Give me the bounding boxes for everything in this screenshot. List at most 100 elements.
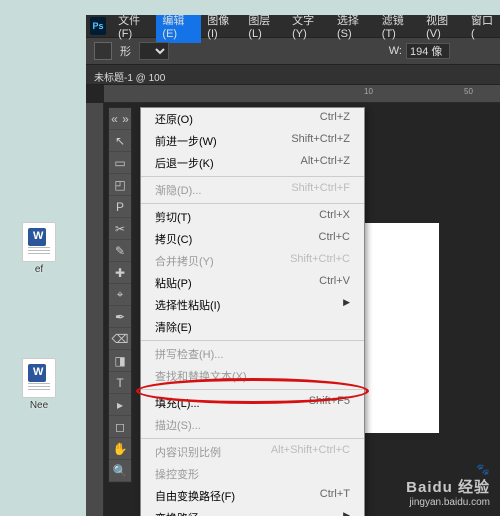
menu-type[interactable]: 文字(Y) <box>286 15 331 43</box>
menu-item[interactable]: 剪切(T) Ctrl+X <box>141 206 364 228</box>
menu-item-shortcut: Ctrl+T <box>320 488 350 504</box>
watermark: 🐾 Baidu 经验 jingyan.baidu.com <box>406 463 490 508</box>
eyedropper-tool[interactable]: ✎ <box>109 240 131 262</box>
word-doc-icon <box>22 358 56 398</box>
healing-tool[interactable]: ✚ <box>109 262 131 284</box>
submenu-arrow-icon: ▶ <box>343 510 350 516</box>
menu-separator <box>141 203 364 204</box>
ps-logo-icon: Ps <box>90 17 106 35</box>
menu-separator <box>141 438 364 439</box>
desktop-icon-label: ef <box>18 264 60 275</box>
menu-item: 查找和替换文本(X)... <box>141 365 364 387</box>
menu-item[interactable]: 拷贝(C) Ctrl+C <box>141 228 364 250</box>
lasso-tool[interactable]: ◰ <box>109 174 131 196</box>
menu-view[interactable]: 视图(V) <box>420 15 465 43</box>
menu-item-shortcut: Shift+Ctrl+F <box>291 182 350 198</box>
toolbox: «» ↖ ▭ ◰ P ✂ ✎ ✚ ⌖ ✒ ⌫ ◨ T ▸ ◻ ✋ 🔍 <box>108 107 132 483</box>
wand-tool[interactable]: P <box>109 196 131 218</box>
menu-item-label: 前进一步(W) <box>155 133 217 149</box>
menu-window[interactable]: 窗口( <box>465 15 500 43</box>
ruler-mark: 10 <box>364 87 373 96</box>
ruler-vertical <box>86 103 104 516</box>
document-tab[interactable]: 未标题-1 @ 100 <box>86 65 500 85</box>
menu-layer[interactable]: 图层(L) <box>242 15 286 43</box>
tool-preset-icon[interactable] <box>94 42 112 60</box>
stamp-tool[interactable]: ✒ <box>109 306 131 328</box>
menubar: Ps 文件(F) 编辑(E) 图像(I) 图层(L) 文字(Y) 选择(S) 滤… <box>86 15 500 37</box>
menu-image[interactable]: 图像(I) <box>201 15 242 43</box>
brush-tool[interactable]: ⌖ <box>109 284 131 306</box>
menu-item-label: 清除(E) <box>155 319 192 335</box>
menu-separator <box>141 340 364 341</box>
paw-icon: 🐾 <box>406 463 490 476</box>
menu-item-label: 后退一步(K) <box>155 155 214 171</box>
menu-item[interactable]: 变换路径 ▶ <box>141 507 364 516</box>
shape-mode-select[interactable] <box>139 42 169 60</box>
menu-separator <box>141 176 364 177</box>
menu-item-shortcut: Shift+Ctrl+Z <box>291 133 350 149</box>
menu-item[interactable]: 选择性粘贴(I)▶ <box>141 294 364 316</box>
shape-tool[interactable]: ◻ <box>109 416 131 438</box>
menu-item[interactable]: 清除(E) <box>141 316 364 338</box>
desktop-doc-icon-1[interactable]: ef <box>18 222 60 275</box>
menu-item-label: 变换路径 <box>155 510 199 516</box>
menu-item: 合并拷贝(Y) Shift+Ctrl+C <box>141 250 364 272</box>
ruler-horizontal: 10 50 <box>104 85 500 103</box>
zoom-tool[interactable]: 🔍 <box>109 460 131 482</box>
submenu-arrow-icon: ▶ <box>343 297 350 313</box>
crop-tool[interactable]: ✂ <box>109 218 131 240</box>
menu-item-shortcut: Alt+Shift+Ctrl+C <box>271 444 350 460</box>
expand-icon[interactable]: » <box>120 108 131 130</box>
menu-separator <box>141 389 364 390</box>
menu-item[interactable]: 自由变换路径(F)Ctrl+T <box>141 485 364 507</box>
menu-item-label: 粘贴(P) <box>155 275 192 291</box>
ruler-mark: 50 <box>464 87 473 96</box>
menu-file[interactable]: 文件(F) <box>112 15 156 43</box>
pen-tool[interactable]: ▸ <box>109 394 131 416</box>
menu-item-shortcut: Shift+F5 <box>309 395 350 411</box>
menu-item-label: 描边(S)... <box>155 417 201 433</box>
desktop-doc-icon-2[interactable]: Nee <box>18 358 60 411</box>
menu-item[interactable]: 后退一步(K) Alt+Ctrl+Z <box>141 152 364 174</box>
menu-select[interactable]: 选择(S) <box>331 15 376 43</box>
menu-item[interactable]: 粘贴(P) Ctrl+V <box>141 272 364 294</box>
menu-item: 拼写检查(H)... <box>141 343 364 365</box>
menu-item[interactable]: 填充(L)...Shift+F5 <box>141 392 364 414</box>
shape-mode-label: 形 <box>120 43 131 59</box>
menu-item-label: 拷贝(C) <box>155 231 192 247</box>
collapse-icon[interactable]: « <box>109 108 120 130</box>
menu-item-shortcut: Ctrl+Z <box>320 111 350 127</box>
menu-item-shortcut: Ctrl+C <box>319 231 350 247</box>
menu-item-shortcut: Ctrl+V <box>319 275 350 291</box>
menu-item-label: 渐隐(D)... <box>155 182 201 198</box>
menu-edit[interactable]: 编辑(E) <box>156 15 201 43</box>
menu-item-label: 合并拷贝(Y) <box>155 253 214 269</box>
move-tool[interactable]: ↖ <box>109 130 131 152</box>
menu-item-shortcut: Shift+Ctrl+C <box>290 253 350 269</box>
desktop-icon-label: Nee <box>18 400 60 411</box>
menu-item: 操控变形 <box>141 463 364 485</box>
menu-item[interactable]: 前进一步(W) Shift+Ctrl+Z <box>141 130 364 152</box>
word-doc-icon <box>22 222 56 262</box>
menu-item-shortcut: Ctrl+X <box>319 209 350 225</box>
eraser-tool[interactable]: ⌫ <box>109 328 131 350</box>
watermark-brand: Baidu 经验 <box>406 476 490 497</box>
menu-item: 内容识别比例 Alt+Shift+Ctrl+C <box>141 441 364 463</box>
gradient-tool[interactable]: ◨ <box>109 350 131 372</box>
hand-tool[interactable]: ✋ <box>109 438 131 460</box>
menu-item-label: 查找和替换文本(X)... <box>155 368 256 384</box>
width-input[interactable] <box>406 43 450 59</box>
menu-item-shortcut: Alt+Ctrl+Z <box>300 155 350 171</box>
menu-item: 渐隐(D)... Shift+Ctrl+F <box>141 179 364 201</box>
menu-filter[interactable]: 滤镜(T) <box>376 15 420 43</box>
menu-item-label: 内容识别比例 <box>155 444 221 460</box>
photoshop-window: Ps 文件(F) 编辑(E) 图像(I) 图层(L) 文字(Y) 选择(S) 滤… <box>86 15 500 516</box>
menu-item-label: 拼写检查(H)... <box>155 346 223 362</box>
menu-item-label: 剪切(T) <box>155 209 191 225</box>
marquee-tool[interactable]: ▭ <box>109 152 131 174</box>
edit-menu-dropdown: 还原(O)Ctrl+Z 前进一步(W) Shift+Ctrl+Z 后退一步(K) Alt… <box>140 107 365 516</box>
menu-item[interactable]: 还原(O)Ctrl+Z <box>141 108 364 130</box>
watermark-url: jingyan.baidu.com <box>406 497 490 508</box>
type-tool[interactable]: T <box>109 372 131 394</box>
menu-item-label: 操控变形 <box>155 466 199 482</box>
